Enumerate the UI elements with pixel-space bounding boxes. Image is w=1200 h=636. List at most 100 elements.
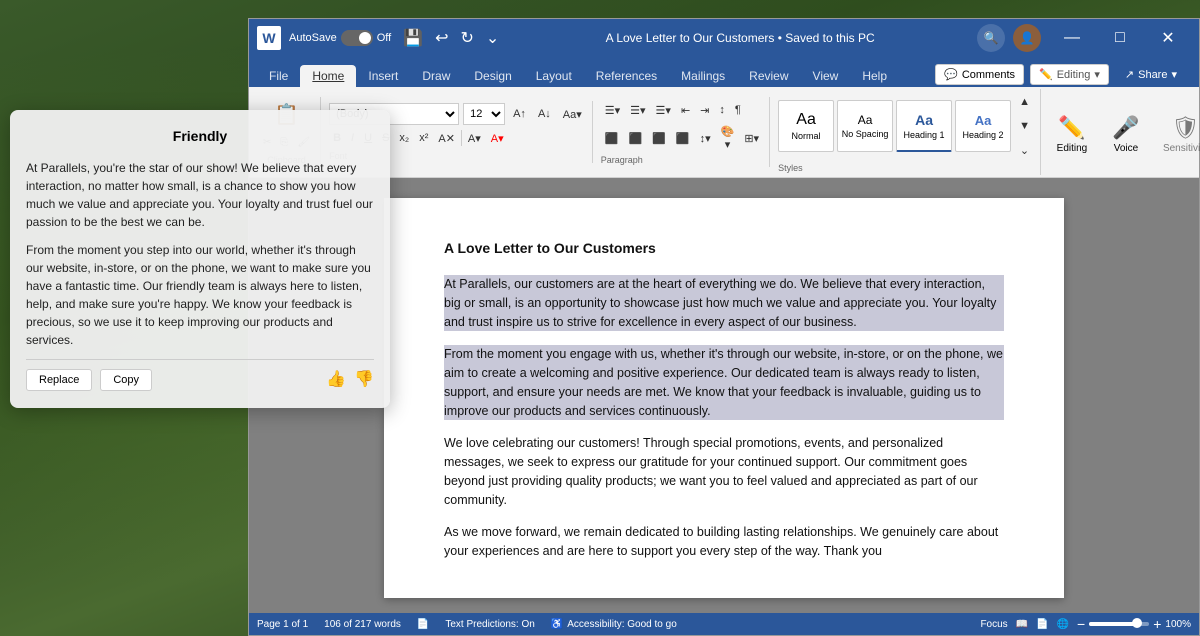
pencil-icon: ✏️ <box>1039 68 1053 81</box>
borders-button[interactable]: ⊞▾ <box>740 123 763 153</box>
align-left-button[interactable]: ⬛ <box>601 123 623 153</box>
thumbdown-icon[interactable]: 👎 <box>354 368 374 392</box>
tab-view[interactable]: View <box>801 65 851 87</box>
styles-label: Styles <box>778 163 1034 173</box>
share-icon: ↗ <box>1125 68 1134 81</box>
align-right-button[interactable]: ⬛ <box>648 123 670 153</box>
tab-home[interactable]: Home <box>300 65 356 87</box>
justify-button[interactable]: ⬛ <box>672 123 694 153</box>
align-center-button[interactable]: ⬛ <box>624 123 646 153</box>
tooltip-paragraph1: At Parallels, you're the star of our sho… <box>26 159 374 231</box>
tooltip-actions: Replace Copy 👍 👎 <box>26 359 374 392</box>
multilevel-button[interactable]: ☰▾ <box>652 99 675 121</box>
close-button[interactable]: ✕ <box>1145 22 1191 54</box>
document-area[interactable]: A Love Letter to Our Customers At Parall… <box>249 178 1199 613</box>
zoom-in-button[interactable]: + <box>1153 616 1161 632</box>
paragraph-3: We love celebrating our customers! Throu… <box>444 434 1004 509</box>
restore-button[interactable]: □ <box>1097 22 1143 54</box>
line-spacing-button[interactable]: ↕▾ <box>696 123 715 153</box>
undo-redo-area: 💾 ↩ ↻ ⌄ <box>399 26 503 50</box>
increase-font-button[interactable]: A↑ <box>509 103 530 125</box>
sensitivity-tool: 🛡 Sensitivity <box>1155 103 1200 165</box>
tab-references[interactable]: References <box>584 65 669 87</box>
text-highlight-button[interactable]: A▾ <box>464 127 485 149</box>
minimize-button[interactable]: — <box>1049 22 1095 54</box>
user-avatar[interactable]: 👤 <box>1013 24 1041 52</box>
document-title-text: A Love Letter to Our Customers <box>444 238 1004 259</box>
tab-draw[interactable]: Draw <box>410 65 462 87</box>
numbering-button[interactable]: ☰▾ <box>626 99 649 121</box>
autosave-toggle[interactable] <box>341 30 373 46</box>
focus-button[interactable]: Focus <box>980 619 1007 630</box>
copy-button-tooltip[interactable]: Copy <box>100 369 152 391</box>
styles-expand[interactable]: ⌄ <box>1015 139 1034 161</box>
share-chevron-icon: ▾ <box>1171 68 1177 81</box>
clear-format-button[interactable]: A✕ <box>434 127 459 149</box>
paragraph-row2: ⬛ ⬛ ⬛ ⬛ ↕▾ 🎨▾ ⊞▾ <box>601 123 763 153</box>
tooltip-feedback-icons: 👍 👎 <box>326 368 374 392</box>
accessibility-text: Accessibility: Good to go <box>567 619 677 630</box>
tab-file[interactable]: File <box>257 65 300 87</box>
editing-tool: ✏️ Editing <box>1047 103 1097 165</box>
zoom-out-button[interactable]: − <box>1077 616 1085 632</box>
save-button[interactable]: 💾 <box>399 26 427 50</box>
more-button[interactable]: ⌄ <box>482 26 503 50</box>
comment-icon: 💬 <box>944 68 958 81</box>
style-normal[interactable]: Aa Normal <box>778 100 834 152</box>
title-bar: W AutoSave Off 💾 ↩ ↻ ⌄ A Love Letter to … <box>249 19 1199 57</box>
divider <box>461 130 462 146</box>
decrease-indent-button[interactable]: ⇤ <box>677 99 694 121</box>
superscript-button[interactable]: x² <box>415 127 432 149</box>
tab-design[interactable]: Design <box>462 65 523 87</box>
style-heading1[interactable]: Aa Heading 1 <box>896 100 952 152</box>
styles-scroll-down[interactable]: ▼ <box>1015 115 1034 137</box>
comments-button[interactable]: 💬 Comments <box>935 64 1024 85</box>
zoom-bar: − + 100% <box>1077 616 1191 632</box>
status-right: Focus 📖 📄 🌐 − + 100% <box>980 616 1191 632</box>
bullets-button[interactable]: ☰▾ <box>601 99 624 121</box>
style-heading2[interactable]: Aa Heading 2 <box>955 100 1011 152</box>
heading1-text: Aa <box>915 112 933 128</box>
no-spacing-label: No Spacing <box>842 129 889 139</box>
font-size-select[interactable]: 12 <box>463 103 505 125</box>
tab-review[interactable]: Review <box>737 65 800 87</box>
share-label: Share <box>1138 69 1167 81</box>
zoom-slider-thumb <box>1132 618 1142 628</box>
style-no-spacing[interactable]: Aa No Spacing <box>837 100 893 152</box>
zoom-slider-fill <box>1089 622 1137 626</box>
heading2-label: Heading 2 <box>963 130 1004 140</box>
paragraph-1: At Parallels, our customers are at the h… <box>444 275 1004 331</box>
thumbup-icon[interactable]: 👍 <box>326 368 346 392</box>
share-button[interactable]: ↗ Share ▾ <box>1115 64 1187 85</box>
change-case-button[interactable]: Aa▾ <box>559 103 586 125</box>
subscript-button[interactable]: x₂ <box>395 127 413 149</box>
editing-mode-button[interactable]: ✏️ Editing ▾ <box>1030 64 1109 85</box>
page-info: Page 1 of 1 <box>257 619 308 630</box>
tab-layout[interactable]: Layout <box>524 65 584 87</box>
search-button[interactable]: 🔍 <box>977 24 1005 52</box>
editing-mode-label: Editing <box>1057 69 1091 81</box>
paragraph-section: ☰▾ ☰▾ ☰▾ ⇤ ⇥ ↕ ¶ ⬛ ⬛ ⬛ ⬛ ↕▾ 🎨▾ ⊞▾ Paragr… <box>595 97 770 167</box>
shading-button[interactable]: 🎨▾ <box>717 123 739 153</box>
styles-content: Aa Normal Aa No Spacing Aa Heading 1 Aa … <box>778 91 1034 161</box>
redo-button[interactable]: ↻ <box>457 26 478 50</box>
replace-button[interactable]: Replace <box>26 369 92 391</box>
zoom-slider[interactable] <box>1089 622 1149 626</box>
tab-insert[interactable]: Insert <box>356 65 410 87</box>
decrease-font-button[interactable]: A↓ <box>534 103 555 125</box>
increase-indent-button[interactable]: ⇥ <box>696 99 713 121</box>
font-color-button[interactable]: A▾ <box>487 127 508 149</box>
tab-help[interactable]: Help <box>850 65 899 87</box>
styles-scroll-up[interactable]: ▲ <box>1015 91 1034 113</box>
word-window: W AutoSave Off 💾 ↩ ↻ ⌄ A Love Letter to … <box>248 18 1200 636</box>
heading1-label: Heading 1 <box>904 130 945 140</box>
tab-mailings[interactable]: Mailings <box>669 65 737 87</box>
sensitivity-button[interactable]: 🛡 Sensitivity <box>1155 103 1200 165</box>
editing-button[interactable]: ✏️ Editing <box>1047 103 1097 165</box>
tooltip-title: Friendly <box>26 126 374 147</box>
undo-button[interactable]: ↩ <box>431 26 452 50</box>
show-marks-button[interactable]: ¶ <box>731 99 745 121</box>
dictate-button[interactable]: 🎤 Voice <box>1101 103 1151 165</box>
sort-button[interactable]: ↕ <box>715 99 729 121</box>
dictate-label: Voice <box>1114 143 1138 154</box>
